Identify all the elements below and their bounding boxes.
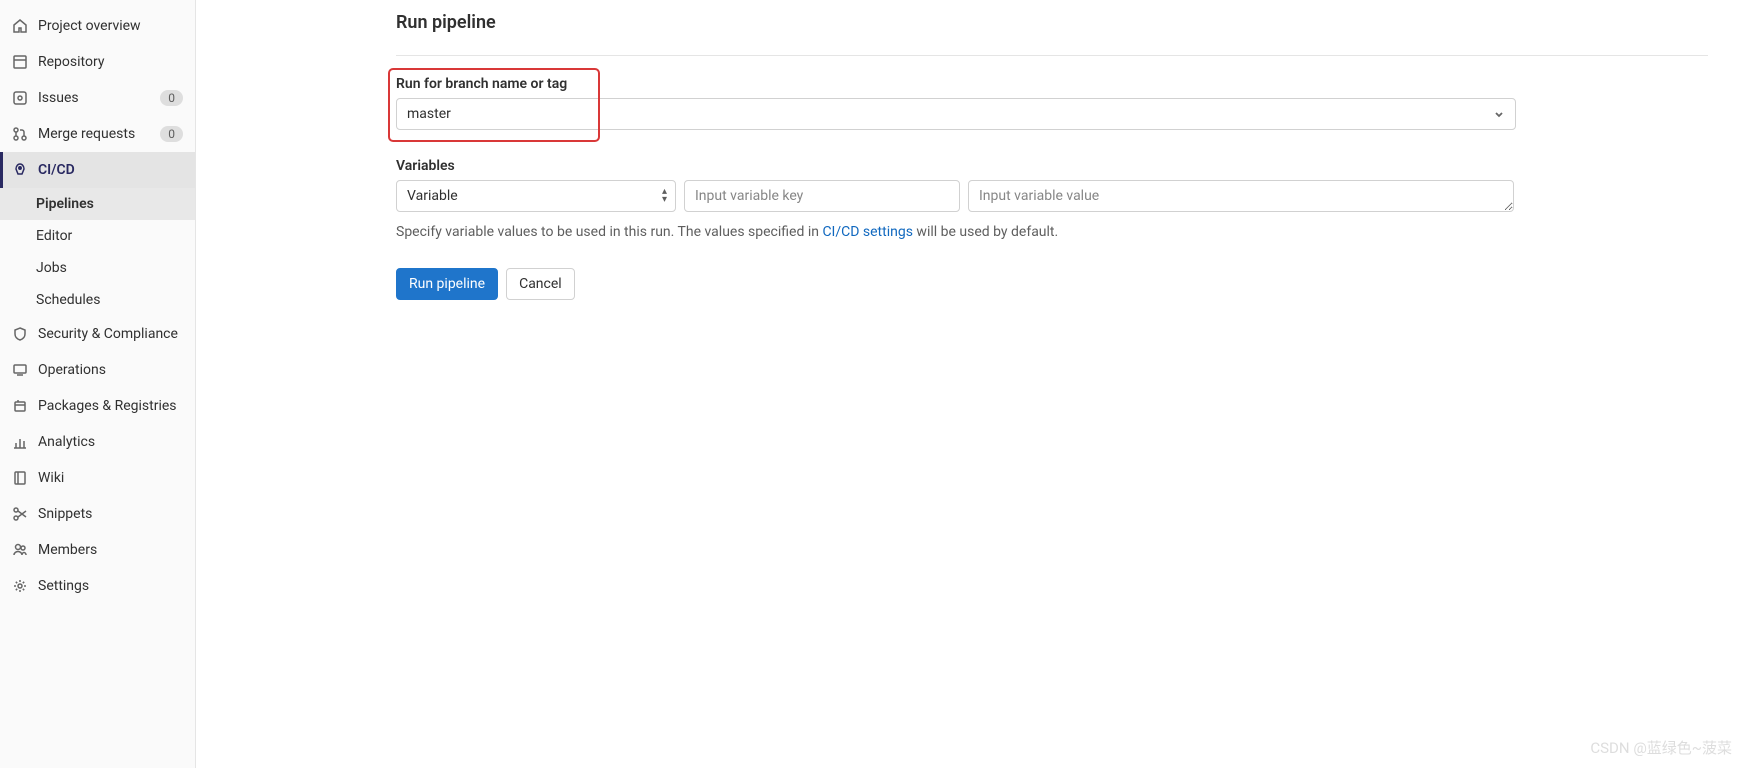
sidebar-item-label: Operations	[38, 362, 183, 378]
cicd-settings-link[interactable]: CI/CD settings	[822, 224, 913, 240]
divider	[396, 55, 1708, 56]
cancel-button[interactable]: Cancel	[506, 268, 575, 300]
sidebar-item-members[interactable]: Members	[0, 532, 195, 568]
issues-icon	[12, 90, 28, 106]
sidebar-item-merge-requests[interactable]: Merge requests 0	[0, 116, 195, 152]
page-title: Run pipeline	[396, 12, 1708, 33]
sidebar-item-issues[interactable]: Issues 0	[0, 80, 195, 116]
repository-icon	[12, 54, 28, 70]
package-icon	[12, 398, 28, 414]
sidebar-item-label: Packages & Registries	[38, 398, 183, 414]
branch-dropdown[interactable]: master	[396, 98, 1516, 130]
sidebar-item-snippets[interactable]: Snippets	[0, 496, 195, 532]
help-text: Specify variable values to be used in th…	[396, 224, 1708, 240]
issues-badge: 0	[160, 90, 183, 106]
sidebar-item-repository[interactable]: Repository	[0, 44, 195, 80]
sidebar: Project overview Repository Issues 0 Mer…	[0, 0, 196, 768]
chevron-down-icon	[1493, 108, 1505, 120]
book-icon	[12, 470, 28, 486]
sidebar-item-label: Project overview	[38, 18, 183, 34]
sidebar-subitem-pipelines[interactable]: Pipelines	[0, 188, 195, 220]
run-pipeline-button[interactable]: Run pipeline	[396, 268, 498, 300]
branch-dropdown-value: master	[407, 106, 451, 122]
variable-type-value: Variable	[407, 188, 458, 204]
sidebar-item-operations[interactable]: Operations	[0, 352, 195, 388]
actions-row: Run pipeline Cancel	[396, 268, 1708, 300]
sidebar-item-label: Security & Compliance	[38, 326, 183, 342]
sidebar-item-settings[interactable]: Settings	[0, 568, 195, 604]
main-content: Run pipeline Run for branch name or tag …	[196, 0, 1748, 768]
sidebar-item-security[interactable]: Security & Compliance	[0, 316, 195, 352]
sidebar-item-cicd[interactable]: CI/CD	[0, 152, 195, 188]
branch-section: Run for branch name or tag master	[396, 76, 1708, 130]
members-icon	[12, 542, 28, 558]
variables-row: Variable ▴▾	[396, 180, 1708, 212]
operations-icon	[12, 362, 28, 378]
sidebar-item-label: CI/CD	[38, 162, 183, 178]
gear-icon	[12, 578, 28, 594]
sidebar-item-label: Members	[38, 542, 183, 558]
variables-label: Variables	[396, 158, 1708, 174]
variable-type-select[interactable]: Variable ▴▾	[396, 180, 676, 212]
variable-value-input[interactable]	[968, 180, 1514, 212]
merge-requests-badge: 0	[160, 126, 183, 142]
sidebar-item-label: Settings	[38, 578, 183, 594]
help-text-pre: Specify variable values to be used in th…	[396, 224, 822, 240]
sidebar-item-label: Repository	[38, 54, 183, 70]
sidebar-item-label: Merge requests	[38, 126, 160, 142]
sidebar-item-label: Analytics	[38, 434, 183, 450]
analytics-icon	[12, 434, 28, 450]
sidebar-subitem-label: Schedules	[36, 292, 100, 308]
variable-key-input[interactable]	[684, 180, 960, 212]
sidebar-subitem-editor[interactable]: Editor	[0, 220, 195, 252]
updown-icon: ▴▾	[662, 188, 667, 204]
sidebar-subitem-label: Editor	[36, 228, 72, 244]
home-icon	[12, 18, 28, 34]
sidebar-item-wiki[interactable]: Wiki	[0, 460, 195, 496]
sidebar-item-packages[interactable]: Packages & Registries	[0, 388, 195, 424]
rocket-icon	[12, 162, 28, 178]
sidebar-subitem-schedules[interactable]: Schedules	[0, 284, 195, 316]
branch-label: Run for branch name or tag	[396, 76, 1708, 92]
scissors-icon	[12, 506, 28, 522]
variables-section: Variables Variable ▴▾ Specify variable v…	[396, 158, 1708, 240]
shield-icon	[12, 326, 28, 342]
merge-request-icon	[12, 126, 28, 142]
sidebar-item-analytics[interactable]: Analytics	[0, 424, 195, 460]
sidebar-item-project-overview[interactable]: Project overview	[0, 8, 195, 44]
sidebar-subitem-label: Jobs	[36, 260, 67, 276]
help-text-post: will be used by default.	[913, 224, 1058, 240]
sidebar-item-label: Issues	[38, 90, 160, 106]
watermark: CSDN @蓝绿色~菠菜	[1590, 737, 1732, 758]
sidebar-subitem-label: Pipelines	[36, 196, 94, 212]
sidebar-item-label: Snippets	[38, 506, 183, 522]
sidebar-subitem-jobs[interactable]: Jobs	[0, 252, 195, 284]
sidebar-item-label: Wiki	[38, 470, 183, 486]
